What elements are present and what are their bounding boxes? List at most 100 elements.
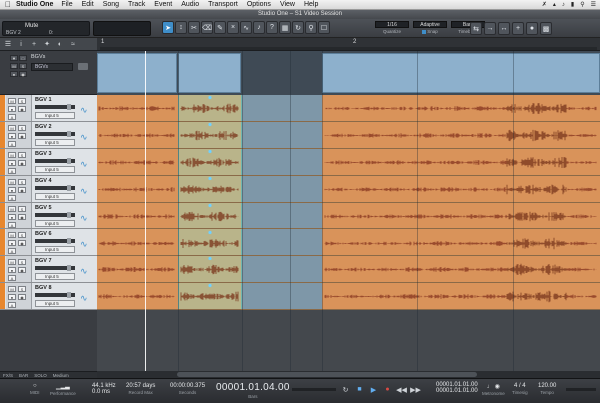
split-tool-icon[interactable]: ✂ (188, 21, 200, 34)
app-menu[interactable]: Studio One (16, 1, 53, 8)
solo-button[interactable]: S (18, 124, 26, 131)
volume-fader[interactable] (35, 104, 75, 110)
menu-help[interactable]: Help (304, 1, 318, 8)
paint-tool-icon[interactable]: ✎ (214, 21, 226, 34)
battery-icon[interactable]: ▮ (571, 1, 574, 8)
bluetooth-icon[interactable]: ✗ (542, 1, 547, 8)
mute-button[interactable]: M (8, 259, 16, 266)
arrange-view[interactable] (97, 51, 600, 371)
track-display[interactable]: Mute BGV 2 0: (2, 21, 90, 36)
volume-fader[interactable] (35, 130, 75, 137)
track-header[interactable]: M S ● ◉ A BGV 7 Input 5 ∿ (0, 256, 97, 284)
folder-icon[interactable]: □ (19, 55, 27, 61)
track-color[interactable] (0, 283, 5, 310)
quantize-select[interactable]: 1/16 (375, 21, 409, 28)
volume-icon[interactable]: ♪ (562, 2, 565, 8)
menu-edit[interactable]: Edit (82, 1, 94, 8)
clip-row[interactable] (97, 95, 600, 122)
record-button[interactable]: ● (8, 159, 16, 166)
record-button[interactable]: ● (8, 267, 16, 274)
record-panel-icon[interactable]: ● (526, 22, 538, 35)
toolbar-field[interactable] (93, 21, 151, 36)
waveform-icon[interactable]: ∿ (80, 105, 88, 116)
input-select[interactable]: Input 5 (35, 192, 75, 200)
track-color[interactable] (0, 202, 5, 229)
performance-monitor[interactable]: ▁▂▃ Performance (50, 383, 76, 396)
waveform-icon[interactable]: ∿ (80, 159, 88, 170)
apple-icon[interactable]:  (0, 0, 16, 9)
monitor-button[interactable]: ◉ (18, 106, 26, 112)
record-button[interactable]: ● (8, 213, 16, 220)
grid-tool-icon[interactable]: ▦ (279, 21, 291, 34)
eraser-tool-icon[interactable]: ⌫ (201, 21, 213, 34)
menu-options[interactable]: Options (247, 1, 271, 8)
monitor-button[interactable]: ◉ (18, 294, 26, 301)
track-color[interactable] (0, 175, 5, 202)
mute-button[interactable]: M (8, 151, 16, 158)
mute-button[interactable]: M (8, 178, 16, 185)
record-button[interactable]: ● (10, 71, 18, 77)
tempo[interactable]: 120.00 Tempo (538, 383, 556, 395)
solo-button[interactable]: S (18, 98, 26, 104)
automation-button[interactable]: A (8, 275, 16, 282)
mute-button[interactable]: M (8, 124, 16, 131)
record-button[interactable]: ● (8, 106, 16, 112)
position-display[interactable]: 00001.01.04.00 Bars (216, 382, 290, 399)
track-header[interactable]: M S ● ◉ A BGV 5 Input 5 ∿ (0, 202, 97, 230)
menu-track[interactable]: Track (128, 1, 145, 8)
automation-button[interactable]: A (8, 248, 16, 255)
plus-icon[interactable]: + (512, 22, 524, 35)
empty-arrange-area[interactable] (97, 310, 600, 371)
folder-event[interactable] (178, 53, 241, 93)
track-color[interactable] (0, 95, 5, 121)
waveform-icon[interactable]: ∿ (80, 239, 88, 250)
clip-row[interactable] (97, 176, 600, 203)
menu-file[interactable]: File (61, 1, 72, 8)
input-select[interactable]: Input 5 (35, 273, 75, 281)
menu-event[interactable]: Event (154, 1, 172, 8)
input-select[interactable]: Input 5 (35, 165, 75, 173)
automation-button[interactable]: A (8, 302, 16, 309)
record-icon[interactable]: ● (382, 384, 393, 395)
waveform-icon[interactable]: ∿ (80, 213, 88, 224)
menu-audio[interactable]: Audio (181, 1, 199, 8)
record-button[interactable]: ● (8, 132, 16, 139)
link-tool-icon[interactable]: ⚲ (305, 21, 317, 34)
ripple-icon[interactable]: ⇆ (470, 22, 482, 35)
timesig[interactable]: 4 / 4 Timesig (512, 383, 528, 395)
track-color[interactable] (0, 256, 5, 283)
loop-tool-icon[interactable]: ↻ (292, 21, 304, 34)
clip-row[interactable] (97, 149, 600, 176)
folder-event[interactable] (97, 53, 177, 93)
track-name[interactable]: BGV 8 (35, 285, 52, 291)
mute-tool-icon[interactable]: × (227, 21, 239, 34)
track-color[interactable] (0, 121, 5, 148)
track-name[interactable]: BGV 3 (35, 151, 52, 157)
track-name[interactable]: BGV 5 (35, 205, 52, 211)
track-name[interactable]: BGV 2 (35, 124, 52, 130)
menu-song[interactable]: Song (103, 1, 119, 8)
mixer-icon[interactable]: ▩ (540, 22, 552, 35)
volume-fader[interactable] (35, 184, 75, 191)
timeline-ruler[interactable]: 1 2 (97, 38, 600, 51)
listen-tool-icon[interactable]: ♪ (253, 21, 265, 34)
record-button[interactable]: ● (8, 294, 16, 301)
scroll-thumb[interactable] (177, 372, 477, 377)
menu-transport[interactable]: Transport (208, 1, 238, 8)
folder-event[interactable] (322, 53, 600, 93)
search-icon[interactable]: ⚲ (580, 1, 584, 8)
track-header[interactable]: M S ● ◉ A BGV 6 Input 5 ∿ (0, 229, 97, 257)
solo-button[interactable]: S (18, 178, 26, 185)
waveform-icon[interactable]: ∿ (80, 293, 88, 304)
volume-fader[interactable] (35, 157, 75, 164)
monitor-button[interactable]: ◉ (18, 159, 26, 166)
monitor-button[interactable]: ◉ (18, 132, 26, 139)
mute-button[interactable]: M (8, 286, 16, 293)
clip-row[interactable] (97, 203, 600, 230)
expand-icon[interactable]: ▼ (10, 55, 18, 61)
info-icon[interactable]: i (16, 41, 26, 48)
track-header[interactable]: M S ● ◉ A BGV 8 Input 5 ∿ (0, 283, 97, 311)
input-select[interactable]: Input 5 (35, 300, 75, 308)
scroll-icon[interactable]: ↔ (498, 22, 510, 35)
input-select[interactable]: Input 5 (35, 138, 75, 146)
